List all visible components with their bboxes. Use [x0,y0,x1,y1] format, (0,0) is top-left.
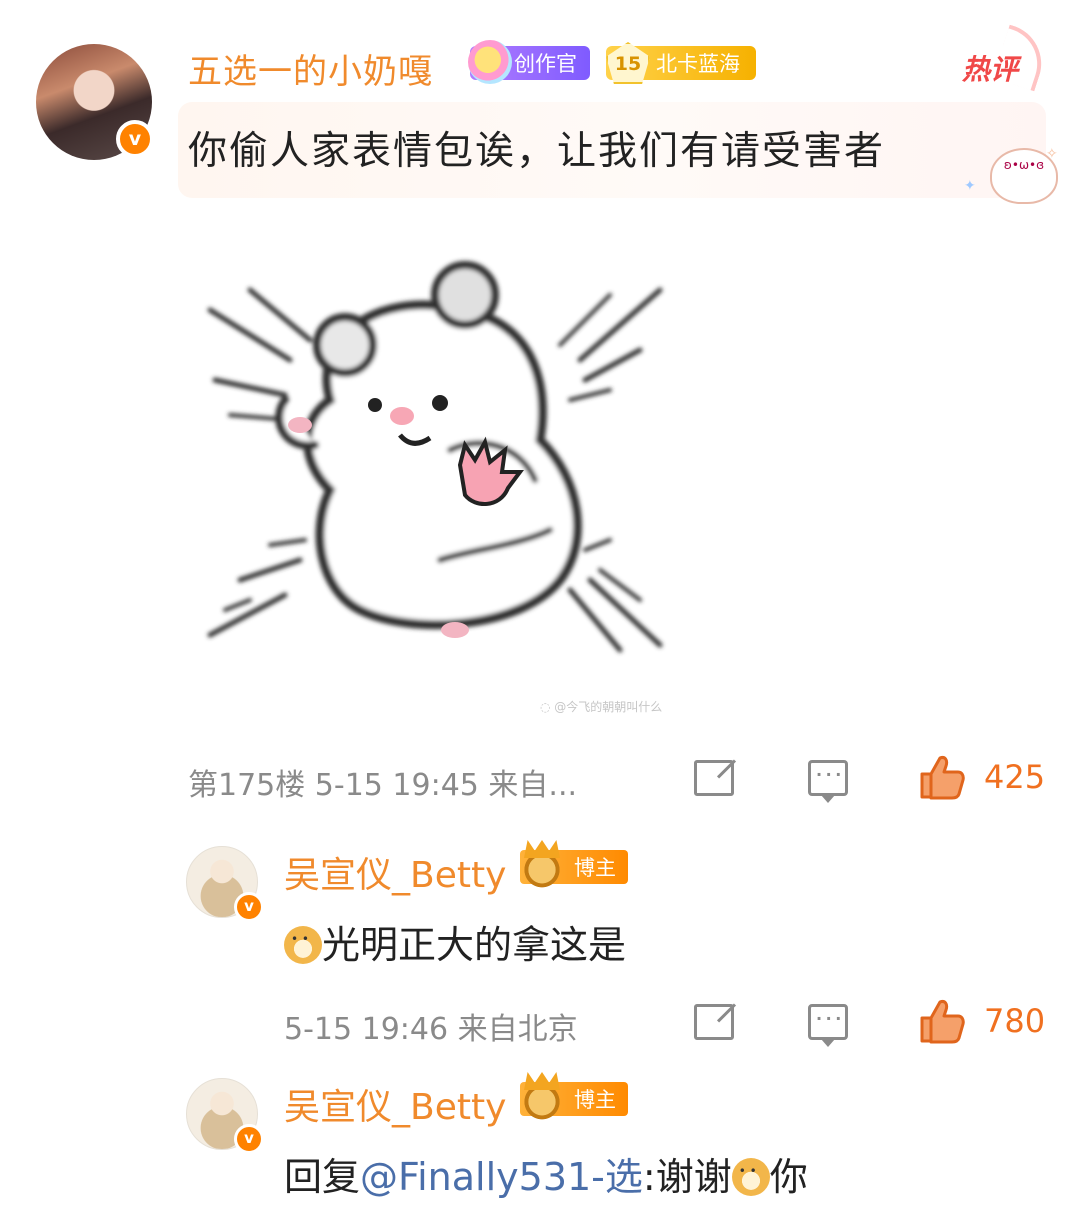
crown-icon [516,1072,568,1120]
level-badge[interactable]: 15 北卡蓝海 [606,42,756,84]
reply-text-middle: :谢谢 [642,1155,732,1199]
doge-emoji-icon [284,926,322,964]
reply-text: 光明正大的拿这是 [284,914,626,969]
level-badge-label: 北卡蓝海 [656,52,740,76]
reply-avatar[interactable]: v [186,846,264,922]
reply-like-count[interactable]: 780 [984,1002,1045,1040]
share-icon[interactable] [694,760,734,796]
main-comment-username[interactable]: 五选一的小奶嘎 [188,44,433,93]
crown-icon [516,840,568,888]
main-comment-like-count[interactable]: 425 [984,758,1045,796]
reply-username[interactable]: 吴宣仪_Betty [284,846,506,898]
level-number: 15 [606,42,650,84]
blogger-badge-label: 博主 [574,856,616,880]
reply-text-suffix: 你 [769,1155,808,1199]
blogger-badge-label: 博主 [574,1088,616,1112]
creator-badge[interactable]: 创作官 [468,40,590,84]
thumbs-up-icon[interactable] [918,998,966,1044]
verified-icon: v [234,892,264,922]
doge-emoji-icon [731,1158,770,1196]
reply-time-source: 5-15 19:46 来自北京 [284,1012,578,1047]
share-icon[interactable] [694,1004,734,1040]
blogger-badge[interactable]: 博主 [516,1072,628,1120]
thumbs-up-icon[interactable] [918,754,966,800]
comment-icon[interactable] [808,760,848,803]
image-watermark: ◌ @今飞的朝朝叫什么 [540,700,663,714]
mention-link[interactable]: @Finally531-选 [360,1155,643,1199]
reply-avatar[interactable]: v [186,1078,264,1154]
reply-username[interactable]: 吴宣仪_Betty [284,1078,506,1130]
sparkle-icon: ✧ [1046,146,1058,162]
creator-badge-label: 创作官 [514,52,577,76]
hamster-sticker-image[interactable] [190,250,680,680]
sparkle-icon: ✦ [964,178,976,194]
verified-icon: v [116,120,154,158]
hot-comment-label: 热评 [962,53,1019,86]
reply-text: 回复@Finally531-选:谢谢你 [284,1146,808,1201]
main-comment-floor-time-source: 第175楼 5-15 19:45 来自... [188,768,578,803]
comment-icon[interactable] [808,1004,848,1047]
reply-prefix: 回复 [284,1155,361,1199]
main-comment-avatar[interactable]: v [36,44,154,160]
blogger-badge[interactable]: 博主 [516,840,628,888]
verified-icon: v [234,1124,264,1154]
creator-badge-icon [468,40,512,84]
main-comment-text: 你偷人家表情包诶，让我们有请受害者 [188,129,886,174]
reply-text-content: 光明正大的拿这是 [322,923,627,967]
